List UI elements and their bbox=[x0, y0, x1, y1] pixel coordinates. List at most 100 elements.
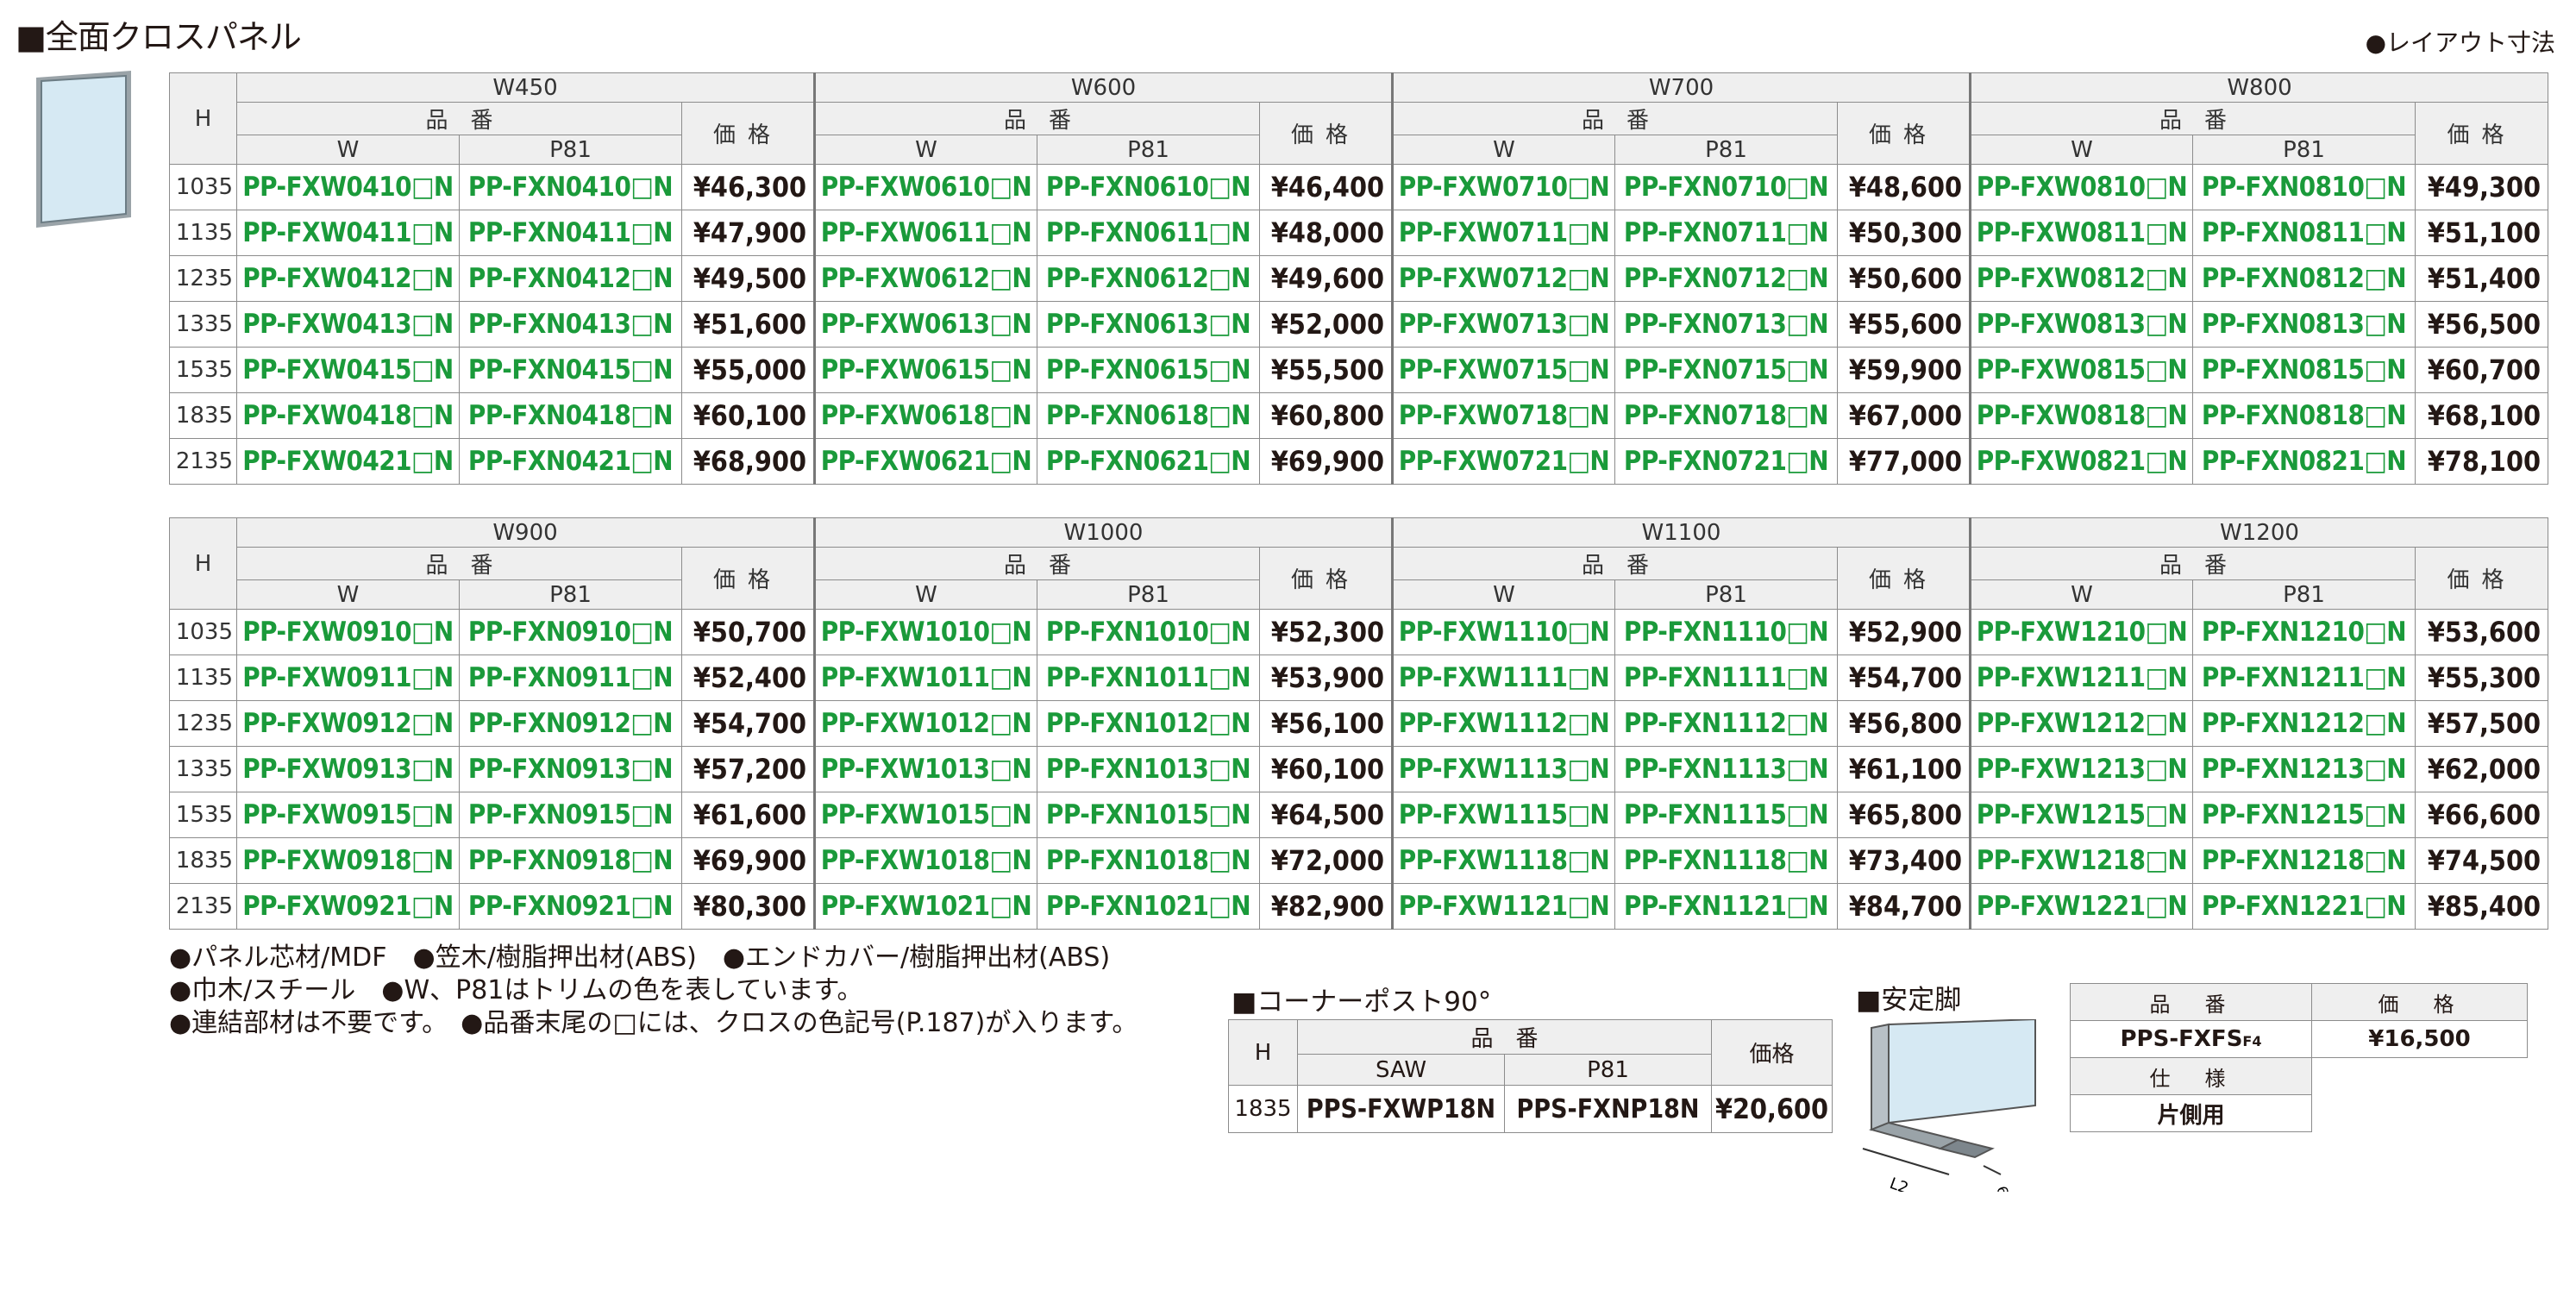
product-code-cell: PP-FXN1011□N bbox=[1037, 654, 1260, 701]
col-hinban-header: 品 番 bbox=[1391, 102, 1838, 135]
product-code-cell: PP-FXW1110□N bbox=[1391, 609, 1615, 655]
product-code-cell: PP-FXN0915□N bbox=[459, 792, 682, 838]
product-code-cell: PP-FXN1113□N bbox=[1614, 746, 1838, 792]
price-cell: ¥52,900 bbox=[1837, 609, 1971, 655]
product-code-cell: PP-FXN1213□N bbox=[2192, 746, 2416, 792]
price-cell: ¥59,900 bbox=[1837, 347, 1971, 393]
product-code-cell: PP-FXW0818□N bbox=[1969, 392, 2193, 439]
product-code-cell: PP-FXN1015□N bbox=[1037, 792, 1260, 838]
price-cell: ¥46,300 bbox=[681, 164, 815, 210]
product-code-cell: PP-FXN0410□N bbox=[459, 164, 682, 210]
price-cell: ¥57,200 bbox=[681, 746, 815, 792]
height-cell: 1535 bbox=[169, 792, 237, 838]
price-cell: ¥57,500 bbox=[2415, 700, 2548, 747]
stand-price-cell: ¥16,500 bbox=[2311, 1020, 2528, 1058]
col-price-header: 価格 bbox=[681, 102, 815, 165]
stand-hinban-header: 品 番 bbox=[2070, 983, 2312, 1021]
product-code-cell: PP-FXW0813□N bbox=[1969, 301, 2193, 348]
product-code-cell: PP-FXN0715□N bbox=[1614, 347, 1838, 393]
stand-illustration: L2 60 bbox=[1862, 1019, 2036, 1192]
product-code-cell: PP-FXN0612□N bbox=[1037, 255, 1260, 302]
product-code-cell: PP-FXN0615□N bbox=[1037, 347, 1260, 393]
price-cell: ¥55,300 bbox=[2415, 654, 2548, 701]
price-cell: ¥77,000 bbox=[1837, 438, 1971, 485]
product-code-cell: PP-FXN0710□N bbox=[1614, 164, 1838, 210]
col-w-header: W bbox=[1391, 579, 1615, 610]
col-hinban-header: 品 番 bbox=[236, 102, 682, 135]
product-code-cell: PP-FXN0611□N bbox=[1037, 210, 1260, 256]
product-code-cell: PP-FXN0618□N bbox=[1037, 392, 1260, 439]
width-group-header: W450 bbox=[236, 72, 815, 103]
product-code-cell: PPS-FXWP18N bbox=[1297, 1085, 1505, 1133]
price-cell: ¥69,900 bbox=[1259, 438, 1393, 485]
price-cell: ¥62,000 bbox=[2415, 746, 2548, 792]
table-row: 1535 PP-FXW0415□N PP-FXN0415□N ¥55,000 PP-FX… bbox=[169, 347, 2548, 393]
price-cell: ¥65,800 bbox=[1837, 792, 1971, 838]
price-cell: ¥54,700 bbox=[1837, 654, 1971, 701]
col-price-header: 価格 bbox=[1837, 547, 1971, 610]
table-row: 1835 PP-FXW0418□N PP-FXN0418□N ¥60,100 PP-FX… bbox=[169, 392, 2548, 439]
col-h-header: H bbox=[169, 72, 237, 165]
product-code-cell: PP-FXW0618□N bbox=[813, 392, 1037, 439]
dim-l2: L2 bbox=[1887, 1174, 1910, 1192]
product-code-cell: PP-FXW0715□N bbox=[1391, 347, 1615, 393]
product-code-cell: PP-FXN0721□N bbox=[1614, 438, 1838, 485]
col-p81-header: P81 bbox=[1614, 135, 1838, 165]
price-cell: ¥52,000 bbox=[1259, 301, 1393, 348]
price-table-top: H W450 W600 W700 W800 品 番価格品 番価格品 番価格品 番価格 W P8… bbox=[169, 72, 2548, 485]
col-price-header: 価格 bbox=[2415, 102, 2548, 165]
product-code-cell: PP-FXN1012□N bbox=[1037, 700, 1260, 747]
product-code-cell: PP-FXW1212□N bbox=[1969, 700, 2193, 747]
product-code-cell: PP-FXN1212□N bbox=[2192, 700, 2416, 747]
price-cell: ¥66,600 bbox=[2415, 792, 2548, 838]
col-w-header: W bbox=[813, 135, 1037, 165]
col-hinban-header: 品 番 bbox=[1969, 547, 2416, 580]
price-cell: ¥78,100 bbox=[2415, 438, 2548, 485]
product-code-cell: PP-FXW0815□N bbox=[1969, 347, 2193, 393]
width-group-header: W600 bbox=[813, 72, 1393, 103]
price-cell: ¥51,600 bbox=[681, 301, 815, 348]
col-w-header: W bbox=[1391, 135, 1615, 165]
price-cell: ¥67,000 bbox=[1837, 392, 1971, 439]
price-cell: ¥56,500 bbox=[2415, 301, 2548, 348]
col-p81-header: P81 bbox=[1037, 135, 1260, 165]
table-row: 2135 PP-FXW0421□N PP-FXN0421□N ¥68,900 PP-FX… bbox=[169, 438, 2548, 485]
product-code-cell: PP-FXW1015□N bbox=[813, 792, 1037, 838]
stand-price-header: 価 格 bbox=[2311, 983, 2528, 1021]
product-code-cell: PP-FXN1110□N bbox=[1614, 609, 1838, 655]
product-code-cell: PP-FXN0718□N bbox=[1614, 392, 1838, 439]
layout-dimension-link[interactable]: ●レイアウト寸法 bbox=[2366, 24, 2555, 59]
table-row: 1835 PP-FXW0918□N PP-FXN0918□N ¥69,900 PP-FX… bbox=[169, 837, 2548, 884]
price-cell: ¥56,100 bbox=[1259, 700, 1393, 747]
product-code-cell: PP-FXN0712□N bbox=[1614, 255, 1838, 302]
product-code-cell: PP-FXW0615□N bbox=[813, 347, 1037, 393]
col-price-header: 価格 bbox=[1711, 1019, 1833, 1086]
col-hinban-header: 品 番 bbox=[236, 547, 682, 580]
product-code-cell: PP-FXN0613□N bbox=[1037, 301, 1260, 348]
col-p81-header: P81 bbox=[1037, 579, 1260, 610]
col-h-header: H bbox=[1228, 1019, 1298, 1086]
price-cell: ¥49,600 bbox=[1259, 255, 1393, 302]
product-code-cell: PP-FXW0418□N bbox=[236, 392, 460, 439]
product-code-cell: PP-FXN0910□N bbox=[459, 609, 682, 655]
product-code-cell: PP-FXW1011□N bbox=[813, 654, 1037, 701]
product-code-cell: PP-FXW0918□N bbox=[236, 837, 460, 884]
col-saw-header: SAW bbox=[1297, 1054, 1505, 1086]
product-code-cell: PP-FXW0613□N bbox=[813, 301, 1037, 348]
price-cell: ¥49,300 bbox=[2415, 164, 2548, 210]
width-group-header: W1200 bbox=[1969, 517, 2548, 548]
price-cell: ¥47,900 bbox=[681, 210, 815, 256]
product-code-cell: PP-FXN0918□N bbox=[459, 837, 682, 884]
price-cell: ¥55,000 bbox=[681, 347, 815, 393]
price-cell: ¥68,900 bbox=[681, 438, 815, 485]
height-cell: 1335 bbox=[169, 301, 237, 348]
product-code-cell: PP-FXN0818□N bbox=[2192, 392, 2416, 439]
product-code-cell: PP-FXW0610□N bbox=[813, 164, 1037, 210]
product-code-cell: PP-FXN0418□N bbox=[459, 392, 682, 439]
product-code-cell: PP-FXN0911□N bbox=[459, 654, 682, 701]
price-cell: ¥64,500 bbox=[1259, 792, 1393, 838]
product-code-cell: PP-FXN0813□N bbox=[2192, 301, 2416, 348]
product-code-cell: PP-FXN1115□N bbox=[1614, 792, 1838, 838]
product-code-cell: PP-FXW0913□N bbox=[236, 746, 460, 792]
price-cell: ¥60,700 bbox=[2415, 347, 2548, 393]
